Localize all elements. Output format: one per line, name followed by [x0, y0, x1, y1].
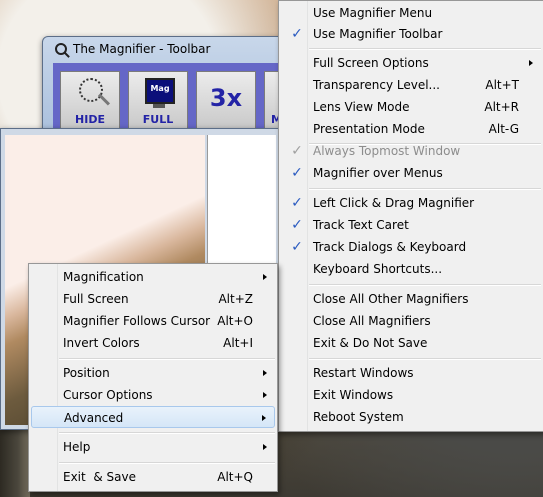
menu-item-shortcut: Alt+Q [217, 470, 253, 484]
menu-item-label: Exit & Save [63, 470, 136, 484]
menu-item-magnifier-follows-cursor[interactable]: Magnifier Follows Cursor Alt+O [31, 310, 275, 332]
menu-item-full-screen[interactable]: Full Screen Alt+Z [31, 288, 275, 310]
menu-item-advanced[interactable]: Advanced [31, 406, 275, 428]
menu-separator [309, 284, 541, 286]
check-icon: ✓ [291, 165, 303, 181]
menu-item-reboot-system[interactable]: Reboot System [281, 406, 541, 428]
menu-item-transparency-level[interactable]: Transparency Level... Alt+T [281, 74, 541, 96]
magnifier-options-menu: Use Magnifier Menu ✓ Use Magnifier Toolb… [278, 0, 543, 432]
menu-item-label: Use Magnifier Toolbar [313, 27, 443, 41]
monitor-icon: Mag [145, 78, 175, 104]
menu-item-full-screen-options[interactable]: Full Screen Options [281, 52, 541, 74]
zoom-level-label: 3x [209, 84, 243, 112]
submenu-arrow-icon [263, 370, 267, 376]
check-icon: ✓ [291, 26, 303, 42]
submenu-arrow-icon [263, 444, 267, 450]
menu-item-shortcut: Alt-G [488, 122, 519, 136]
menu-item-label: Transparency Level... [313, 78, 440, 92]
toolbar-title: The Magnifier - Toolbar [73, 42, 211, 56]
magnifier-context-menu: Magnification Full Screen Alt+Z Magnifie… [28, 263, 278, 492]
full-button[interactable]: Mag FULL [128, 71, 188, 129]
menu-item-cursor-options[interactable]: Cursor Options [31, 384, 275, 406]
magnifier-icon [55, 43, 67, 55]
menu-item-lens-view-mode[interactable]: Lens View Mode Alt+R [281, 96, 541, 118]
menu-item-label: Always Topmost Window [313, 144, 461, 158]
menu-item-restart-windows[interactable]: Restart Windows [281, 362, 541, 384]
menu-item-label: Close All Magnifiers [313, 314, 431, 328]
menu-item-shortcut: Alt+T [485, 78, 519, 92]
lens-handle-icon [97, 93, 111, 106]
menu-item-label: Invert Colors [63, 336, 140, 350]
menu-item-label: Keyboard Shortcuts... [313, 262, 443, 276]
menu-item-exit-windows[interactable]: Exit Windows [281, 384, 541, 406]
submenu-arrow-icon [263, 392, 267, 398]
menu-item-position[interactable]: Position [31, 362, 275, 384]
menu-separator [309, 48, 541, 50]
menu-item-exit-do-not-save[interactable]: Exit & Do Not Save [281, 332, 541, 354]
menu-item-always-topmost-window: ✓ Always Topmost Window [281, 140, 541, 162]
menu-separator [309, 188, 541, 190]
menu-separator [309, 358, 541, 360]
menu-item-label: Reboot System [313, 410, 404, 424]
menu-separator [59, 358, 275, 360]
menu-item-left-click-drag-magnifier[interactable]: ✓ Left Click & Drag Magnifier [281, 192, 541, 214]
menu-item-label: Presentation Mode [313, 122, 425, 136]
submenu-arrow-icon [262, 415, 266, 421]
menu-item-help[interactable]: Help [31, 436, 275, 458]
menu-item-label: Track Text Caret [313, 218, 409, 232]
menu-item-exit-save[interactable]: Exit & Save Alt+Q [31, 466, 275, 488]
menu-item-label: Exit Windows [313, 388, 394, 402]
menu-item-label: Left Click & Drag Magnifier [313, 196, 475, 210]
menu-item-label: Restart Windows [313, 366, 414, 380]
menu-item-presentation-mode[interactable]: Presentation Mode Alt-G [281, 118, 541, 140]
menu-item-label: Advanced [64, 411, 124, 425]
menu-item-label: Full Screen Options [313, 56, 429, 70]
menu-item-close-all-magnifiers[interactable]: Close All Magnifiers [281, 310, 541, 332]
menu-item-label: Magnification [63, 270, 144, 284]
menu-item-label: Use Magnifier Menu [313, 6, 433, 20]
menu-item-label: Magnifier Follows Cursor [63, 314, 211, 328]
menu-item-label: Exit & Do Not Save [313, 336, 428, 350]
menu-item-invert-colors[interactable]: Invert Colors Alt+I [31, 332, 275, 354]
menu-item-shortcut: Alt+Z [218, 292, 253, 306]
menu-item-track-dialogs-keyboard[interactable]: ✓ Track Dialogs & Keyboard [281, 236, 541, 258]
menu-separator [59, 432, 275, 434]
monitor-stand-icon [153, 104, 165, 108]
menu-item-label: Track Dialogs & Keyboard [313, 240, 467, 254]
menu-item-label: Close All Other Magnifiers [313, 292, 469, 306]
hide-button-label: HIDE [75, 113, 105, 126]
check-icon: ✓ [291, 143, 303, 159]
menu-item-use-magnifier-menu[interactable]: Use Magnifier Menu [281, 2, 541, 24]
menu-item-shortcut: Alt+I [223, 336, 253, 350]
menu-item-shortcut: Alt+R [484, 100, 519, 114]
submenu-arrow-icon [529, 60, 533, 66]
menu-item-close-all-other-magnifiers[interactable]: Close All Other Magnifiers [281, 288, 541, 310]
full-button-label: FULL [142, 113, 174, 126]
submenu-arrow-icon [263, 274, 267, 280]
menu-item-label: Position [63, 366, 110, 380]
menu-item-magnifier-over-menus[interactable]: ✓ Magnifier over Menus [281, 162, 541, 184]
menu-item-use-magnifier-toolbar[interactable]: ✓ Use Magnifier Toolbar [281, 23, 541, 45]
menu-item-keyboard-shortcuts[interactable]: Keyboard Shortcuts... [281, 258, 541, 280]
hide-button[interactable]: HIDE [60, 71, 120, 129]
check-icon: ✓ [291, 217, 303, 233]
menu-item-label: Help [63, 440, 91, 454]
menu-item-label: Magnifier over Menus [313, 166, 443, 180]
menu-item-shortcut: Alt+O [217, 314, 253, 328]
menu-item-label: Cursor Options [63, 388, 153, 402]
menu-item-magnification[interactable]: Magnification [31, 266, 275, 288]
menu-separator [59, 462, 275, 464]
check-icon: ✓ [291, 239, 303, 255]
dotted-lens-icon [79, 78, 103, 102]
menu-item-label: Full Screen [63, 292, 129, 306]
check-icon: ✓ [291, 195, 303, 211]
menu-item-label: Lens View Mode [313, 100, 410, 114]
toolbar-title-bar[interactable]: The Magnifier - Toolbar [55, 42, 210, 56]
menu-item-track-text-caret[interactable]: ✓ Track Text Caret [281, 214, 541, 236]
zoom-3x-button[interactable]: 3x [196, 71, 256, 129]
